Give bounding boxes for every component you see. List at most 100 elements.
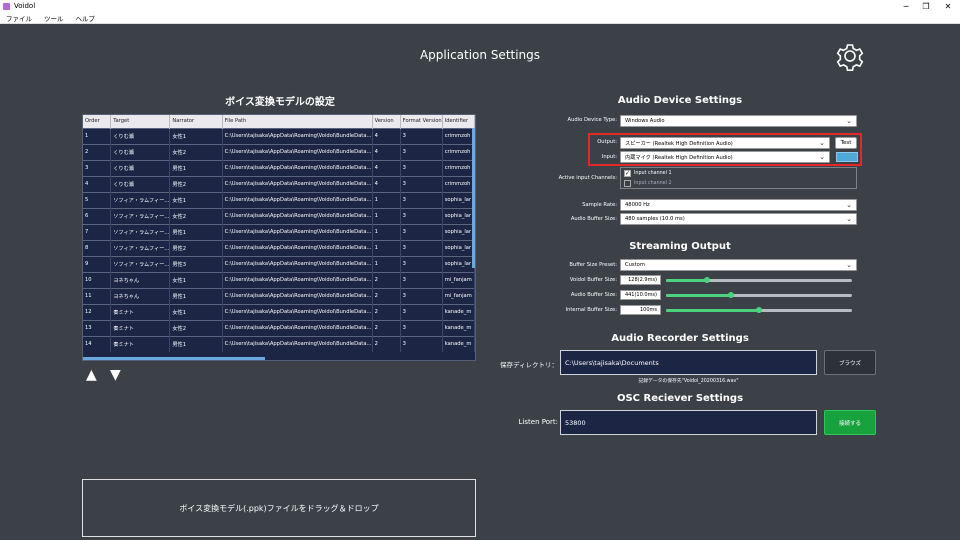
close-icon[interactable]: ✕ bbox=[938, 0, 958, 12]
col-version[interactable]: Version bbox=[372, 115, 401, 128]
table-row[interactable]: 8 ソフィア・ラムフィー... 男性2 C:\Users\tajisaka\AppDa… bbox=[83, 239, 475, 256]
table-row[interactable]: 11 ヨネちゃん 男性1 C:\Users\tajisaka\AppData\Roam… bbox=[83, 287, 475, 304]
output-select[interactable]: スピーカー (Realtek High Definition Audio) ⌄ bbox=[620, 137, 830, 149]
osc-title: OSC Reciever Settings bbox=[616, 393, 744, 404]
browse-button[interactable]: ブラウズ bbox=[824, 350, 876, 375]
channel2-checkbox[interactable] bbox=[624, 180, 631, 187]
table-cell: C:\Users\tajisaka\AppData\Roaming\Voidol… bbox=[222, 335, 373, 352]
table-row[interactable]: 3 くりむ瀬 男性1 C:\Users\tajisaka\AppData\Roamin… bbox=[83, 159, 475, 176]
col-narrator[interactable]: Narrator bbox=[169, 115, 223, 128]
table-cell: sophia_lar bbox=[442, 223, 475, 240]
table-cell: sophia_lar bbox=[442, 239, 475, 256]
slider-knob[interactable] bbox=[703, 277, 710, 283]
table-cell: sophia_lar bbox=[442, 191, 475, 208]
audio-buffer-label: Audio Buffer Size: bbox=[570, 292, 617, 298]
table-cell: 2 bbox=[372, 271, 401, 288]
table-cell: 3 bbox=[400, 303, 443, 320]
internal-buffer-slider[interactable] bbox=[666, 307, 852, 313]
table-cell: C:\Users\tajisaka\AppData\Roaming\Voidol… bbox=[222, 175, 373, 192]
table-cell: C:\Users\tajisaka\AppData\Roaming\Voidol… bbox=[222, 143, 373, 160]
col-file-path[interactable]: File Path bbox=[222, 115, 373, 128]
table-cell: ソフィア・ラムフィー... bbox=[110, 191, 171, 208]
table-row[interactable]: 9 ソフィア・ラムフィー... 男性3 C:\Users\tajisaka\AppDa… bbox=[83, 255, 475, 272]
slider-knob[interactable] bbox=[728, 292, 735, 298]
table-row[interactable]: 6 ソフィア・ラムフィー... 女性2 C:\Users\tajisaka\AppDa… bbox=[83, 207, 475, 224]
table-cell: くりむ瀬 bbox=[110, 143, 171, 160]
table-row[interactable]: 5 ソフィア・ラムフィー... 女性1 C:\Users\tajisaka\AppDa… bbox=[83, 191, 475, 208]
buffer-size-select[interactable]: 480 samples (10.0 ms) ⌄ bbox=[620, 213, 857, 225]
table-row[interactable]: 13 奏ミナト 女性2 C:\Users\tajisaka\AppData\Roami… bbox=[83, 319, 475, 336]
table-header: Order Target Narrator File Path Version … bbox=[83, 115, 475, 128]
table-cell: C:\Users\tajisaka\AppData\Roaming\Voidol… bbox=[222, 159, 373, 176]
channel1-checkbox[interactable]: ✓ bbox=[624, 170, 631, 177]
gear-icon[interactable] bbox=[834, 40, 866, 72]
table-cell: 2 bbox=[372, 335, 401, 352]
table-cell: 女性1 bbox=[169, 303, 223, 320]
save-dir-field[interactable]: C:\Users\tajisaka\Documents bbox=[560, 350, 817, 375]
table-cell: mi_fanjam bbox=[442, 287, 475, 304]
chevron-down-icon: ⌄ bbox=[846, 261, 852, 269]
menu-help[interactable]: ヘルプ bbox=[76, 13, 96, 23]
save-dir-label: 保存ディレクトリ： bbox=[499, 361, 558, 369]
restore-icon[interactable]: ❐ bbox=[916, 0, 936, 12]
test-button[interactable]: Test bbox=[835, 137, 857, 149]
table-cell: 10 bbox=[83, 271, 112, 288]
minimize-icon[interactable]: ─ bbox=[896, 0, 916, 12]
table-row[interactable]: 7 ソフィア・ラムフィー... 男性1 C:\Users\tajisaka\AppDa… bbox=[83, 223, 475, 240]
sample-rate-select[interactable]: 48000 Hz ⌄ bbox=[620, 199, 857, 211]
move-down-button[interactable]: ▼ bbox=[110, 368, 121, 382]
vertical-scrollbar[interactable] bbox=[472, 128, 475, 268]
col-format-version[interactable]: Format Version bbox=[400, 115, 443, 128]
internal-buffer-value[interactable]: 100ms bbox=[620, 305, 661, 315]
buffer-size-value: 480 samples (10.0 ms) bbox=[625, 216, 685, 222]
table-cell: mi_fanjam bbox=[442, 271, 475, 288]
table-row[interactable]: 10 ヨネちゃん 女性1 C:\Users\tajisaka\AppData\Roam… bbox=[83, 271, 475, 288]
table-cell: 1 bbox=[372, 191, 401, 208]
table-cell: 3 bbox=[400, 319, 443, 336]
voidol-buffer-slider[interactable] bbox=[666, 277, 852, 283]
horizontal-scrollbar[interactable] bbox=[83, 357, 265, 360]
table-row[interactable]: 1 くりむ瀬 女性1 C:\Users\tajisaka\AppData\Roamin… bbox=[83, 127, 475, 144]
move-up-button[interactable]: ▲ bbox=[86, 368, 97, 382]
col-target[interactable]: Target bbox=[110, 115, 171, 128]
internal-buffer-label: Internal Buffer Size: bbox=[565, 307, 617, 313]
table-cell: ソフィア・ラムフィー... bbox=[110, 223, 171, 240]
col-order[interactable]: Order bbox=[83, 115, 112, 128]
device-type-select[interactable]: Windows Audio ⌄ bbox=[620, 115, 857, 127]
listen-port-field[interactable]: 53800 bbox=[560, 410, 817, 435]
table-cell: 3 bbox=[400, 335, 443, 352]
menu-tools[interactable]: ツール bbox=[44, 13, 64, 23]
voidol-buffer-label: Voidol Buffer Size: bbox=[569, 277, 617, 283]
table-cell: C:\Users\tajisaka\AppData\Roaming\Voidol… bbox=[222, 287, 373, 304]
table-row[interactable]: 14 奏ミナト 男性1 C:\Users\tajisaka\AppData\Roami… bbox=[83, 335, 475, 352]
preset-select[interactable]: Custom ⌄ bbox=[620, 259, 857, 271]
table-cell: 奏ミナト bbox=[110, 319, 171, 336]
active-channels-label: Active input Channels: bbox=[558, 175, 617, 181]
input-select[interactable]: 内蔵マイク (Realtek High Definition Audio) ⌄ bbox=[620, 151, 830, 163]
drop-zone[interactable]: ボイス変換モデル(.ppk)ファイルをドラッグ＆ドロップ bbox=[82, 479, 476, 537]
table-cell: ヨネちゃん bbox=[110, 271, 171, 288]
voidol-buffer-value[interactable]: 128(2.9ms) bbox=[620, 275, 661, 285]
table-cell: 3 bbox=[400, 159, 443, 176]
menu-file[interactable]: ファイル bbox=[6, 13, 32, 23]
slider-knob[interactable] bbox=[756, 307, 762, 313]
col-identifier[interactable]: Identifier bbox=[442, 115, 475, 128]
table-row[interactable]: 12 奏ミナト 女性1 C:\Users\tajisaka\AppData\Roami… bbox=[83, 303, 475, 320]
table-cell: 2 bbox=[372, 303, 401, 320]
table-cell: C:\Users\tajisaka\AppData\Roaming\Voidol… bbox=[222, 191, 373, 208]
table-row[interactable]: 2 くりむ瀬 女性2 C:\Users\tajisaka\AppData\Roamin… bbox=[83, 143, 475, 160]
chevron-down-icon: ⌄ bbox=[819, 139, 825, 147]
connect-button[interactable]: 接続する bbox=[824, 410, 876, 435]
table-cell: 1 bbox=[372, 255, 401, 272]
sample-rate-value: 48000 Hz bbox=[625, 202, 650, 208]
audio-buffer-slider[interactable] bbox=[666, 292, 852, 298]
table-cell: C:\Users\tajisaka\AppData\Roaming\Voidol… bbox=[222, 239, 373, 256]
table-cell: 女性2 bbox=[169, 207, 223, 224]
table-row[interactable]: 4 くりむ瀬 男性2 C:\Users\tajisaka\AppData\Roamin… bbox=[83, 175, 475, 192]
table-cell: 女性1 bbox=[169, 271, 223, 288]
audio-buffer-value[interactable]: 441(10.0ms) bbox=[620, 290, 661, 300]
table-cell: crimmzoh bbox=[442, 127, 475, 144]
table-cell: 男性1 bbox=[169, 287, 223, 304]
table-cell: くりむ瀬 bbox=[110, 175, 171, 192]
table-cell: 3 bbox=[400, 127, 443, 144]
